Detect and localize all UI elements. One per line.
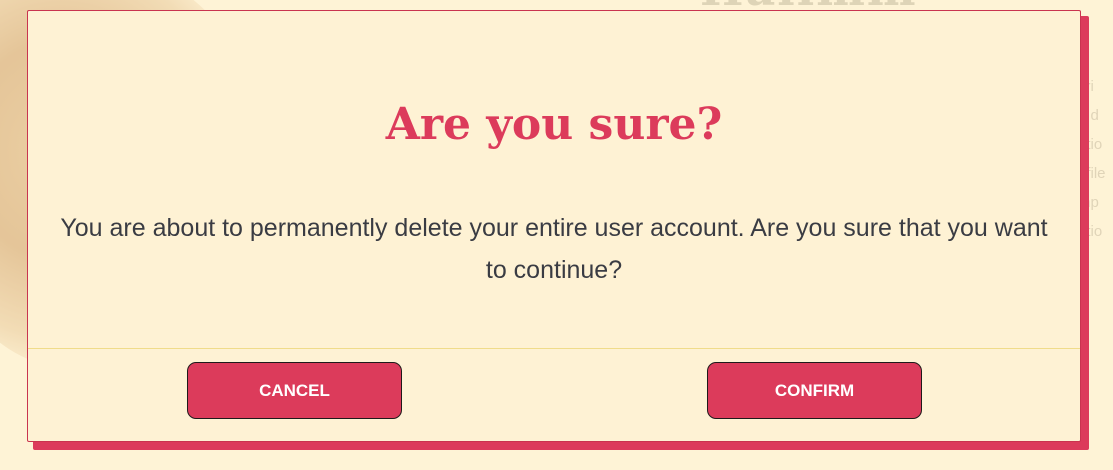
confirm-delete-dialog: Are you sure? You are about to permanent…: [27, 10, 1081, 442]
dialog-divider: [28, 348, 1080, 349]
cancel-button[interactable]: CANCEL: [187, 362, 402, 419]
confirm-button[interactable]: CONFIRM: [707, 362, 922, 419]
dialog-message: You are about to permanently delete your…: [60, 214, 1048, 284]
dialog-title: Are you sure?: [385, 99, 723, 150]
